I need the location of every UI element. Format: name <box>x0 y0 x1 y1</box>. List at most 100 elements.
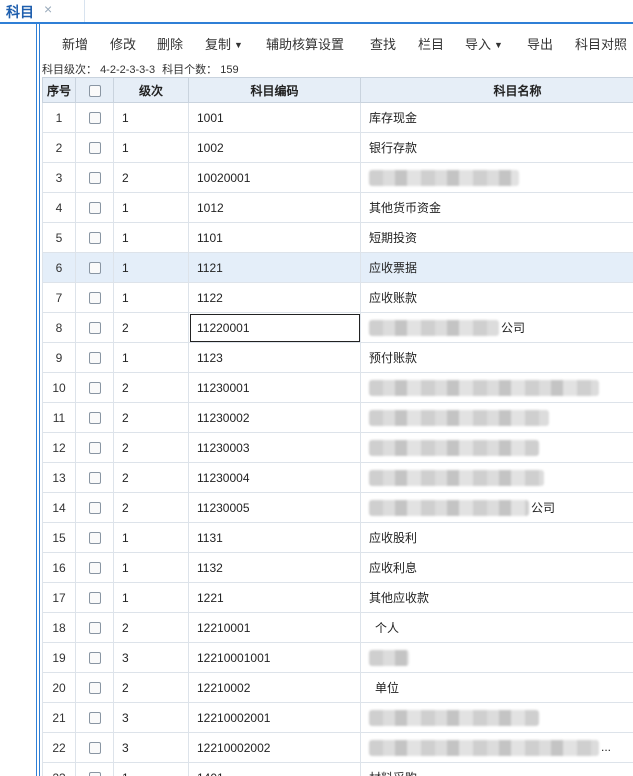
code-cell[interactable]: 11230005 <box>188 492 361 523</box>
table-row[interactable]: 14 2 11230005 公司 <box>42 492 633 523</box>
code-cell[interactable]: 12210002001 <box>188 702 361 733</box>
code-cell[interactable]: 12210001 <box>188 612 361 643</box>
table-row[interactable]: 10 2 11230001 <box>42 372 633 403</box>
row-checkbox[interactable] <box>88 292 101 305</box>
code-cell[interactable]: 1002 <box>188 132 361 163</box>
table-row[interactable]: 4 1 1012 其他货币资金 <box>42 192 633 223</box>
name-cell[interactable] <box>360 462 633 493</box>
table-row[interactable]: 13 2 11230004 <box>42 462 633 493</box>
table-row[interactable]: 18 2 12210001 个人 <box>42 612 633 643</box>
name-cell[interactable] <box>360 702 633 733</box>
table-row[interactable]: 12 2 11230003 <box>42 432 633 463</box>
name-cell[interactable]: 银行存款 <box>360 132 633 163</box>
row-checkbox[interactable] <box>88 472 101 485</box>
code-cell[interactable]: 1131 <box>188 522 361 553</box>
table-row[interactable]: 17 1 1221 其他应收款 <box>42 582 633 613</box>
name-cell[interactable] <box>360 432 633 463</box>
name-cell[interactable]: 个人 <box>360 612 633 643</box>
table-row[interactable]: 5 1 1101 短期投资 <box>42 222 633 253</box>
code-cell[interactable]: 11230001 <box>188 372 361 403</box>
code-cell[interactable]: 11230003 <box>188 432 361 463</box>
code-cell[interactable]: 1221 <box>188 582 361 613</box>
name-cell[interactable]: 应收票据 <box>360 252 633 283</box>
code-cell[interactable]: 1121 <box>188 252 361 283</box>
row-checkbox[interactable] <box>88 532 101 545</box>
code-cell[interactable]: 1122 <box>188 282 361 313</box>
name-cell[interactable]: 材料采购 <box>360 762 633 776</box>
close-icon[interactable]: × <box>44 1 52 17</box>
name-cell[interactable]: 预付账款 <box>360 342 633 373</box>
copy-dropdown[interactable]: 复制 ▼ <box>205 34 243 53</box>
table-row[interactable]: 20 2 12210002 单位 <box>42 672 633 703</box>
code-cell[interactable]: 10020001 <box>188 162 361 193</box>
row-checkbox[interactable] <box>88 142 101 155</box>
row-checkbox[interactable] <box>88 262 101 275</box>
name-cell[interactable]: 公司 <box>360 312 633 343</box>
code-cell[interactable]: 1123 <box>188 342 361 373</box>
code-cell[interactable]: 12210002002 <box>188 732 361 763</box>
mapping-button[interactable]: 科目对照 <box>575 34 627 53</box>
name-cell[interactable]: 其他货币资金 <box>360 192 633 223</box>
aux-settings-button[interactable]: 辅助核算设置 <box>266 34 344 53</box>
row-checkbox[interactable] <box>88 112 101 125</box>
table-row[interactable]: 21 3 12210002001 <box>42 702 633 733</box>
code-cell[interactable]: 12210001001 <box>188 642 361 673</box>
code-cell[interactable]: 1132 <box>188 552 361 583</box>
row-checkbox[interactable] <box>88 622 101 635</box>
table-row[interactable]: 7 1 1122 应收账款 <box>42 282 633 313</box>
name-cell[interactable]: 应收账款 <box>360 282 633 313</box>
row-checkbox[interactable] <box>88 352 101 365</box>
name-cell[interactable] <box>360 162 633 193</box>
columns-button[interactable]: 栏目 <box>418 34 444 53</box>
name-cell[interactable]: 公司 <box>360 492 633 523</box>
name-cell[interactable]: 单位 <box>360 672 633 703</box>
code-cell[interactable]: 1012 <box>188 192 361 223</box>
row-checkbox[interactable] <box>88 502 101 515</box>
import-dropdown[interactable]: 导入 ▼ <box>465 34 503 53</box>
table-row[interactable]: 11 2 11230002 <box>42 402 633 433</box>
code-cell[interactable]: 1401 <box>188 762 361 776</box>
table-row[interactable]: 19 3 12210001001 <box>42 642 633 673</box>
table-row[interactable]: 15 1 1131 应收股利 <box>42 522 633 553</box>
name-cell[interactable]: 短期投资 <box>360 222 633 253</box>
code-cell[interactable]: 11230002 <box>188 402 361 433</box>
table-row[interactable]: 23 11401 材料采购 <box>42 762 633 776</box>
name-cell[interactable]: ... <box>360 732 633 763</box>
row-checkbox[interactable] <box>88 172 101 185</box>
delete-button[interactable]: 删除 <box>157 34 183 53</box>
add-button[interactable]: 新增 <box>62 34 88 53</box>
row-checkbox[interactable] <box>88 652 101 665</box>
row-checkbox[interactable] <box>88 232 101 245</box>
select-all-checkbox[interactable] <box>88 84 101 97</box>
table-row[interactable]: 8 2 11220001 公司 <box>42 312 633 343</box>
name-cell[interactable] <box>360 402 633 433</box>
row-checkbox[interactable] <box>88 442 101 455</box>
row-checkbox[interactable] <box>88 592 101 605</box>
code-cell[interactable]: 11230004 <box>188 462 361 493</box>
row-checkbox[interactable] <box>88 712 101 725</box>
edit-button[interactable]: 修改 <box>110 34 136 53</box>
row-checkbox[interactable] <box>88 202 101 215</box>
export-button[interactable]: 导出 <box>527 34 553 53</box>
find-button[interactable]: 查找 <box>370 34 396 53</box>
table-row[interactable]: 1 1 1001 库存现金 <box>42 102 633 133</box>
row-checkbox[interactable] <box>88 772 101 776</box>
row-checkbox[interactable] <box>88 682 101 695</box>
row-checkbox[interactable] <box>88 412 101 425</box>
name-cell[interactable] <box>360 642 633 673</box>
row-checkbox[interactable] <box>88 322 101 335</box>
table-row[interactable]: 3 2 10020001 <box>42 162 633 193</box>
row-checkbox[interactable] <box>88 382 101 395</box>
table-row[interactable]: 2 1 1002 银行存款 <box>42 132 633 163</box>
code-cell[interactable]: 12210002 <box>188 672 361 703</box>
table-row[interactable]: 22 3 12210002002... <box>42 732 633 763</box>
name-cell[interactable]: 应收利息 <box>360 552 633 583</box>
table-row[interactable]: 6 1 1121 应收票据 <box>42 252 633 283</box>
name-cell[interactable] <box>360 372 633 403</box>
code-cell[interactable]: 1101 <box>188 222 361 253</box>
code-cell[interactable]: 1001 <box>188 102 361 133</box>
row-checkbox[interactable] <box>88 742 101 755</box>
tab-accounts[interactable]: 科目 × <box>0 0 85 22</box>
row-checkbox[interactable] <box>88 562 101 575</box>
table-row[interactable]: 16 1 1132 应收利息 <box>42 552 633 583</box>
